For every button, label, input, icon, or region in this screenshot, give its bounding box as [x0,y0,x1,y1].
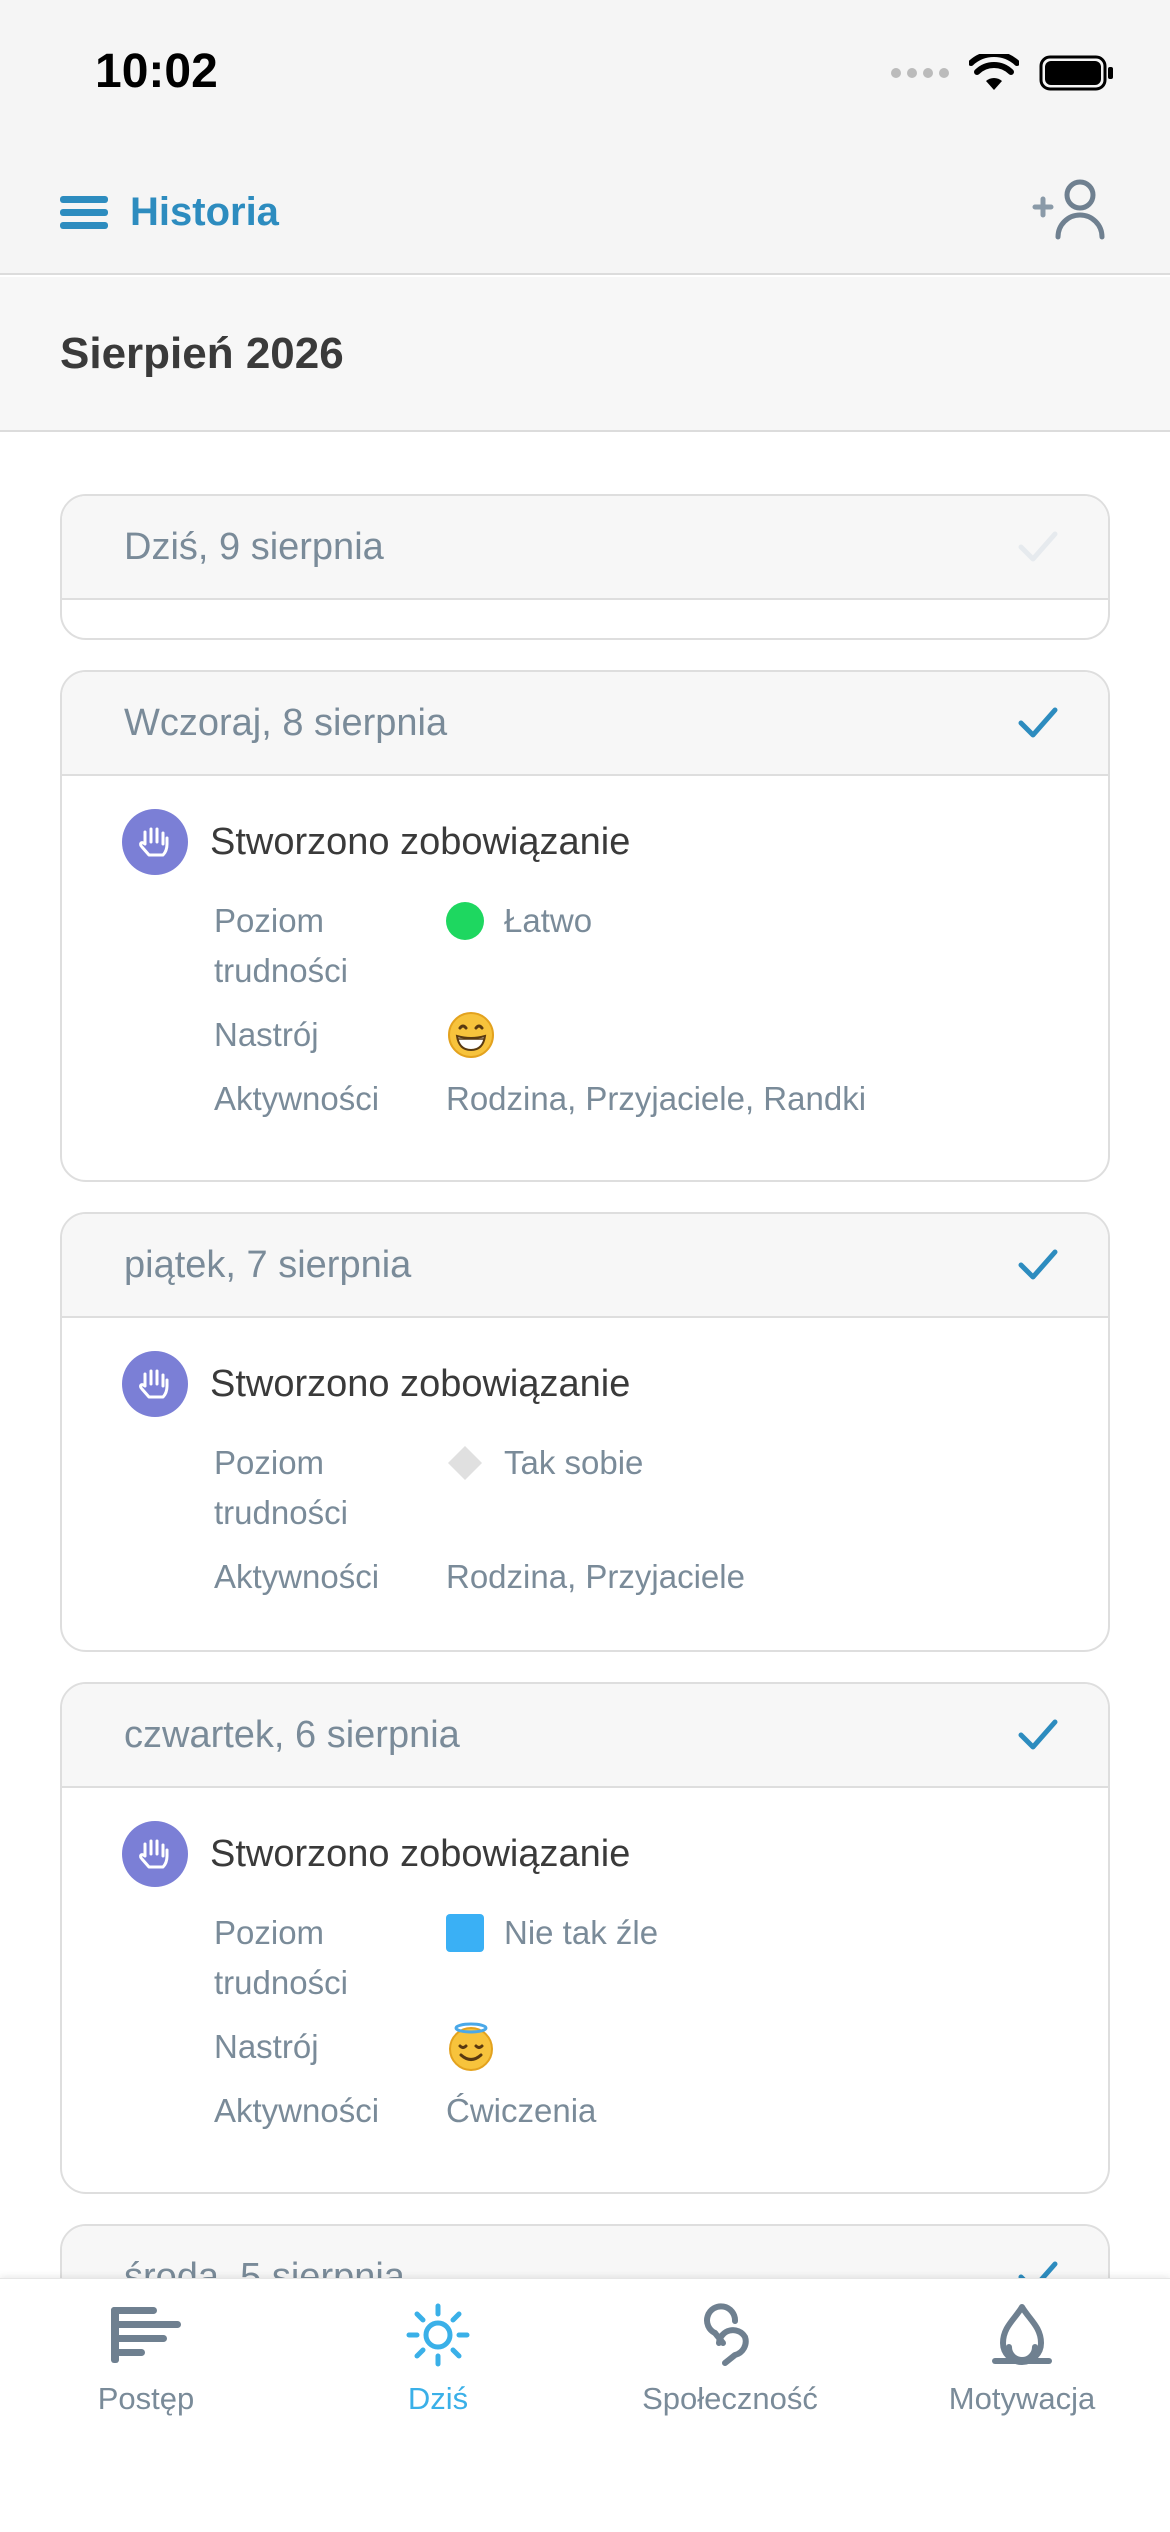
activities-value: Ćwiczenia [446,2092,597,2129]
difficulty-label: trudności [214,952,348,989]
day-card-header[interactable]: środa, 5 sierpnia [62,2226,1108,2278]
sun-icon [406,2303,470,2367]
tab-label: Postęp [97,2381,195,2416]
check-icon [1018,2261,1058,2278]
community-icon [704,2303,749,2366]
difficulty-label: trudności [214,1494,348,1531]
status-icons [891,54,1115,92]
difficulty-square-icon [446,1914,484,1952]
add-friend-button[interactable] [1025,175,1115,245]
check-icon [1018,707,1058,738]
difficulty-label: trudności [214,1964,348,2001]
hamburger-menu-icon [60,195,108,229]
difficulty-row: Poziom trudności Tak sobie [62,1438,1108,1538]
wifi-icon [969,54,1019,90]
entry-title: Stworzono zobowiązanie [210,1362,631,1405]
history-list[interactable]: Dziś, 9 sierpnia Wczoraj, 8 sierpnia Stw… [0,434,1170,2278]
motivation-icon [992,2304,1052,2365]
day-card-date: czwartek, 6 sierpnia [124,1713,460,1756]
tab-label: Dziś [407,2381,469,2416]
activities-label: Aktywności [214,1080,380,1117]
tab-label: Motywacja [948,2381,1096,2416]
mood-row: Nastrój [62,1010,1108,1060]
difficulty-label: Poziom [214,902,325,939]
month-title: Sierpień 2026 [60,329,344,378]
tab-progress[interactable]: Postęp [0,2303,292,2417]
day-card[interactable]: czwartek, 6 sierpnia Stworzono zobowiąza… [60,1682,1110,2194]
entry-row[interactable]: Stworzono zobowiązanie [62,806,1108,878]
activities-row: Aktywności Rodzina, Przyjaciele [62,1552,1108,1602]
activities-label: Aktywności [214,1558,380,1595]
entry-row[interactable]: Stworzono zobowiązanie [62,1818,1108,1890]
day-card-date: piątek, 7 sierpnia [124,1243,412,1286]
check-icon [1018,531,1058,562]
mood-label: Nastrój [214,2028,319,2065]
difficulty-label: Poziom [214,1444,325,1481]
entry-title: Stworzono zobowiązanie [210,1832,631,1875]
entry-row[interactable]: Stworzono zobowiązanie [62,1348,1108,1420]
entry-title: Stworzono zobowiązanie [210,820,631,863]
check-icon [1018,1719,1058,1750]
activities-value: Rodzina, Przyjaciele [446,1558,745,1595]
difficulty-label: Poziom [214,1914,325,1951]
grinning-face-icon [448,1012,494,1058]
day-card-header[interactable]: Dziś, 9 sierpnia [62,496,1108,600]
difficulty-value: Tak sobie [504,1444,644,1481]
status-bar: 10:02 [0,0,1170,140]
day-card-date: Dziś, 9 sierpnia [124,525,384,568]
day-card-header[interactable]: czwartek, 6 sierpnia [62,1684,1108,1788]
day-card-header[interactable]: Wczoraj, 8 sierpnia [62,672,1108,776]
mood-row: Nastrój [62,2022,1108,2072]
cellular-signal-icon [891,68,949,78]
commitment-hand-icon [122,1351,188,1417]
difficulty-value: Nie tak źle [504,1914,659,1951]
activities-label: Aktywności [214,2092,380,2129]
nav-bar: Historia [0,140,1170,275]
add-user-icon [1032,179,1105,240]
day-card[interactable]: środa, 5 sierpnia [60,2224,1110,2278]
tab-motivation[interactable]: Motywacja [876,2303,1168,2417]
tab-today[interactable]: Dziś [292,2303,584,2417]
day-card[interactable]: Dziś, 9 sierpnia [60,494,1110,640]
progress-bars-icon [111,2307,181,2363]
difficulty-row: Poziom trudności Łatwo [62,896,1108,996]
nav-title: Historia [130,190,279,234]
battery-icon [1039,55,1113,91]
difficulty-row: Poziom trudności Nie tak źle [62,1908,1108,2008]
day-card-date: Wczoraj, 8 sierpnia [124,701,448,744]
day-card[interactable]: Wczoraj, 8 sierpnia Stworzono zobowiązan… [60,670,1110,1182]
check-icon [1018,1249,1058,1280]
commitment-hand-icon [122,1821,188,1887]
commitment-hand-icon [122,809,188,875]
menu-button[interactable]: Historia [60,190,279,235]
tab-label: Społeczność [642,2381,818,2416]
month-header: Sierpień 2026 [0,277,1170,432]
status-time: 10:02 [95,45,218,98]
difficulty-diamond-icon [448,1446,482,1480]
activities-value: Rodzina, Przyjaciele, Randki [446,1080,867,1117]
day-card-header[interactable]: piątek, 7 sierpnia [62,1214,1108,1318]
activities-row: Aktywności Ćwiczenia [62,2086,1108,2136]
difficulty-circle-icon [446,902,484,940]
activities-row: Aktywności Rodzina, Przyjaciele, Randki [62,1074,1108,1124]
day-card[interactable]: piątek, 7 sierpnia Stworzono zobowiązani… [60,1212,1110,1652]
difficulty-value: Łatwo [504,902,593,939]
smiling-face-with-halo-icon [449,2022,493,2071]
tab-community[interactable]: Społeczność [584,2303,876,2417]
mood-label: Nastrój [214,1016,319,1053]
day-card-date: środa, 5 sierpnia [124,2255,405,2279]
tab-bar: Postęp Dziś Społeczność Motywacja [0,2278,1170,2532]
